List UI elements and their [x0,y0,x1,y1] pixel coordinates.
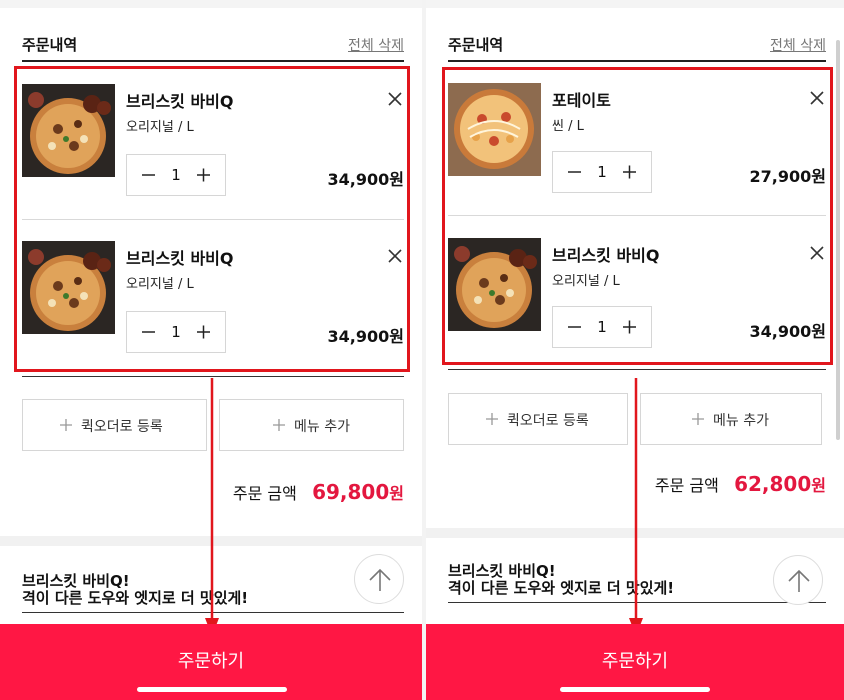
item-name: 포테이토 [552,91,611,110]
top-strip [426,0,844,8]
cart-header: 주문내역 전체 삭제 [448,34,826,62]
plus-icon [692,413,704,425]
cart-item: 브리스킷 바비Q 오리지널 / L 1 34,900원 [22,84,404,204]
order-total-row: 주문 금액 69,800원 [233,480,404,504]
quantity-stepper: 1 [552,151,652,193]
add-menu-label: 메뉴 추가 [294,419,350,435]
item-divider [448,215,826,216]
item-option: 오리지널 / L [552,274,620,289]
promo-line-1: 브리스킷 바비Q! [448,562,556,580]
order-total-row: 주문 금액 62,800원 [655,472,826,496]
delete-all-link[interactable]: 전체 삭제 [770,35,826,55]
top-strip [0,0,422,8]
item-option: 씬 / L [552,119,584,134]
item-name: 브리스킷 바비Q [552,246,660,265]
add-menu-button[interactable]: 메뉴 추가 [640,393,822,445]
item-price: 34,900원 [749,322,826,341]
plus-icon[interactable] [189,312,219,352]
scroll-top-button[interactable] [773,555,823,605]
page-title: 주문내역 [448,36,504,54]
total-unit: 원 [811,476,826,495]
annotation-arrow [629,378,643,636]
home-indicator [137,687,287,692]
item-price: 27,900원 [749,167,826,186]
list-bottom-line [22,376,404,377]
cart-item: 브리스킷 바비Q 오리지널 / L 1 34,900원 [22,241,404,361]
cart-header: 주문내역 전체 삭제 [22,34,404,62]
quantity-stepper: 1 [126,154,226,196]
total-label: 주문 금액 [654,476,719,495]
total-label: 주문 금액 [232,484,297,503]
plus-icon[interactable] [189,155,219,195]
close-icon[interactable] [808,244,826,262]
item-name: 브리스킷 바비Q [126,92,234,111]
order-total: 주문 금액 69,800원 [144,474,404,504]
quick-order-label: 퀵오더로 등록 [81,419,163,435]
plus-icon[interactable] [615,307,645,347]
item-price: 34,900원 [327,327,404,346]
home-indicator [560,687,710,692]
page-title: 주문내역 [22,36,78,54]
quick-order-button[interactable]: 퀵오더로 등록 [22,399,207,451]
plus-icon [486,413,498,425]
total-amount: 62,800 [734,472,812,496]
quick-order-label: 퀵오더로 등록 [507,413,589,429]
annotation-arrow [205,378,219,636]
close-icon[interactable] [386,90,404,108]
item-divider [22,219,404,220]
order-button-label: 주문하기 [601,651,669,672]
order-button-label: 주문하기 [177,651,245,672]
left-cart-panel: 주문내역 전체 삭제 브리스킷 바비Q 오리지널 / L 1 34,900원 브… [0,0,422,700]
quick-order-button[interactable]: 퀵오더로 등록 [448,393,628,445]
total-unit: 원 [389,484,404,503]
plus-icon [60,419,72,431]
close-icon[interactable] [386,247,404,265]
quantity-stepper: 1 [126,311,226,353]
promo-line-1: 브리스킷 바비Q! [22,572,130,590]
bbq-pizza-image [22,241,115,334]
bbq-pizza-image [448,238,541,331]
arrow-up-icon [369,568,391,591]
plus-icon [273,419,285,431]
potato-pizza-image [448,83,541,176]
item-name: 브리스킷 바비Q [126,249,234,268]
close-icon[interactable] [808,89,826,107]
add-menu-button[interactable]: 메뉴 추가 [219,399,404,451]
bbq-pizza-image [22,84,115,177]
add-menu-label: 메뉴 추가 [713,413,769,429]
scroll-top-button[interactable] [354,554,404,604]
scrollbar[interactable] [836,40,840,440]
plus-icon[interactable] [615,152,645,192]
cart-item: 브리스킷 바비Q 오리지널 / L 1 34,900원 [448,238,826,358]
item-option: 오리지널 / L [126,120,194,135]
order-total: 주문 금액 62,800원 [566,466,826,496]
arrow-up-icon [788,569,810,592]
cart-item: 포테이토 씬 / L 1 27,900원 [448,83,826,203]
order-button[interactable]: 주문하기 [0,624,422,700]
total-amount: 69,800 [312,480,390,504]
right-cart-panel: 주문내역 전체 삭제 포테이토 씬 / L 1 27,900원 브리스킷 바비Q… [426,0,844,700]
order-button[interactable]: 주문하기 [426,624,844,700]
item-price: 34,900원 [327,170,404,189]
item-option: 오리지널 / L [126,277,194,292]
list-bottom-line [448,369,826,370]
delete-all-link[interactable]: 전체 삭제 [348,35,404,55]
quantity-stepper: 1 [552,306,652,348]
